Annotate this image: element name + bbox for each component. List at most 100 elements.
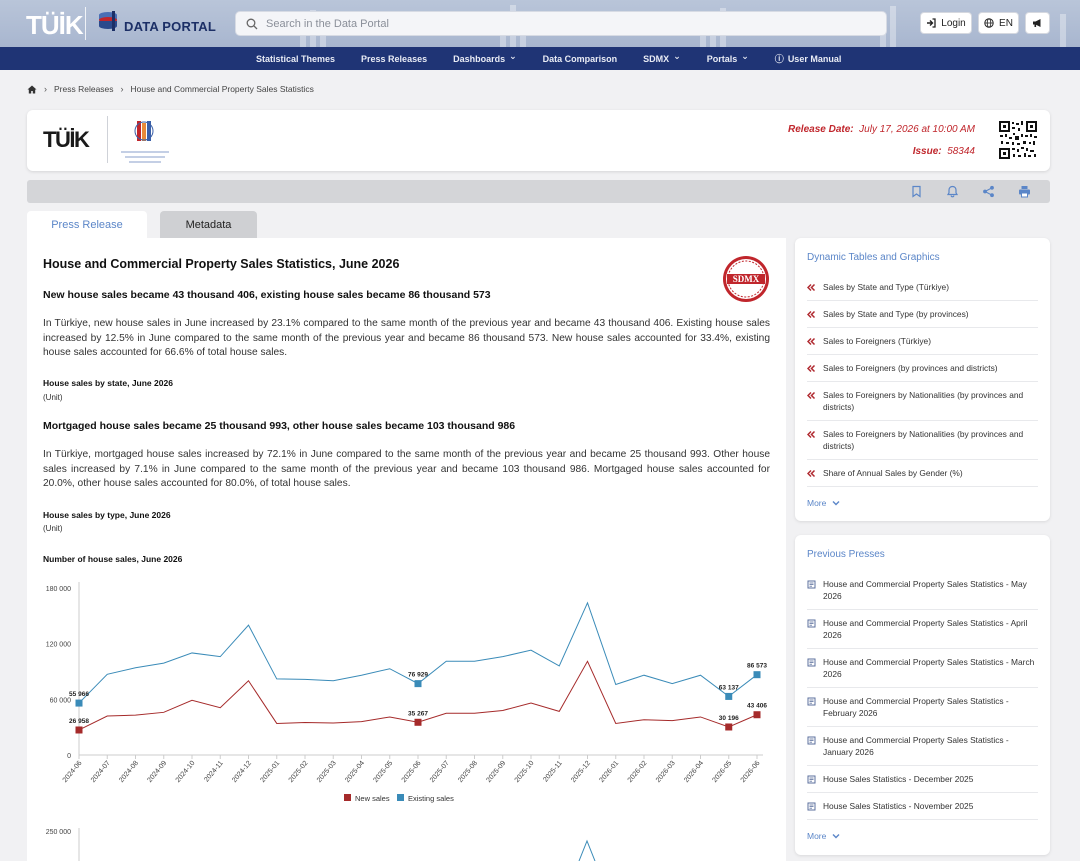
double-chevron-icon — [807, 283, 816, 292]
x-tick-label: 2025-07 — [429, 760, 451, 784]
previous-press-link[interactable]: House and Commercial Property Sales Stat… — [807, 610, 1038, 649]
nav-item-user-manual[interactable]: ⓘ User Manual — [775, 52, 842, 65]
print-icon[interactable] — [1018, 185, 1031, 198]
breadcrumb-press-releases[interactable]: Press Releases — [54, 84, 114, 94]
data-portal-title[interactable]: DATA PORTAL — [124, 19, 216, 34]
double-chevron-icon — [807, 469, 816, 478]
y-tick-label: 0 — [67, 753, 71, 760]
bell-icon[interactable] — [946, 185, 959, 198]
release-issue-value: 58344 — [947, 146, 975, 157]
previous-press-link[interactable]: House and Commercial Property Sales Stat… — [807, 571, 1038, 610]
login-button[interactable]: Login — [920, 12, 972, 34]
release-issue: Issue: 58344 — [913, 146, 975, 157]
card-divider — [107, 116, 108, 163]
y-tick-label: 120 000 — [46, 642, 71, 649]
x-tick-label: 2025-03 — [316, 760, 338, 784]
double-chevron-icon — [807, 430, 816, 439]
dynamic-tables-panel: Dynamic Tables and Graphics Sales by Sta… — [795, 238, 1050, 521]
second-chart-y-tick-label: 250 000 — [46, 829, 71, 836]
x-tick-label: 2024-09 — [146, 760, 168, 784]
bookmark-icon[interactable] — [910, 185, 923, 198]
data-label: 26 958 — [69, 718, 89, 725]
legend-swatch — [397, 794, 404, 801]
data-label: 55 966 — [69, 691, 89, 698]
nav-item-press-releases[interactable]: Press Releases — [361, 54, 427, 64]
data-point-marker — [414, 680, 422, 688]
data-label: 86 573 — [747, 663, 767, 670]
document-icon — [807, 775, 816, 784]
more-label: More — [807, 831, 827, 841]
qr-code[interactable] — [998, 120, 1038, 160]
login-icon — [927, 18, 936, 28]
x-tick-label: 2025-04 — [344, 760, 366, 784]
dynamic-table-link[interactable]: Sales to Foreigners by Nationalities (by… — [807, 421, 1038, 460]
tuik-logo[interactable]: TÜİK — [26, 10, 84, 41]
previous-presses-more-button[interactable]: More — [807, 831, 840, 841]
dynamic-tables-more-button[interactable]: More — [807, 498, 840, 508]
previous-press-link[interactable]: House Sales Statistics - December 2025 — [807, 766, 1038, 793]
breadcrumb-current: House and Commercial Property Sales Stat… — [130, 84, 314, 94]
previous-presses-list: House and Commercial Property Sales Stat… — [807, 571, 1038, 820]
chevron-down-icon: ⌄ — [741, 51, 749, 61]
data-label: 76 929 — [408, 672, 428, 679]
tab-press-release[interactable]: Press Release — [27, 211, 147, 238]
previous-press-link[interactable]: House and Commercial Property Sales Stat… — [807, 649, 1038, 688]
double-chevron-icon — [807, 337, 816, 346]
nav-item-label: Dashboards — [453, 53, 506, 64]
nav-item-portals[interactable]: Portals ⌄ — [707, 51, 749, 64]
chevron-down-icon: ⌄ — [509, 51, 517, 61]
list-item-label: House and Commercial Property Sales Stat… — [823, 618, 1028, 640]
language-button[interactable]: EN — [978, 12, 1019, 34]
chevron-down-icon — [832, 501, 840, 506]
dynamic-table-link[interactable]: Sales by State and Type (by provinces) — [807, 301, 1038, 328]
x-tick-label: 2025-01 — [259, 760, 281, 784]
release-toolbar — [27, 180, 1050, 203]
dynamic-table-link[interactable]: Sales to Foreigners (by provinces and di… — [807, 355, 1038, 382]
previous-presses-title: Previous Presses — [807, 549, 885, 560]
x-tick-label: 2025-02 — [288, 760, 310, 784]
list-item-label: House and Commercial Property Sales Stat… — [823, 735, 1009, 757]
document-icon — [807, 658, 816, 667]
nav-item-label: User Manual — [787, 53, 842, 64]
release-date: Release Date: July 17, 2026 at 10:00 AM — [788, 124, 975, 135]
x-tick-label: 2026-03 — [655, 760, 677, 784]
previous-press-link[interactable]: House and Commercial Property Sales Stat… — [807, 688, 1038, 727]
x-tick-label: 2024-12 — [231, 760, 253, 784]
list-item-label: House Sales Statistics - November 2025 — [823, 801, 974, 811]
list-item-label: Sales to Foreigners by Nationalities (by… — [823, 390, 1024, 412]
second-chart-line — [578, 839, 596, 861]
y-tick-label: 60 000 — [50, 697, 72, 704]
x-tick-label: 2026-01 — [598, 760, 620, 784]
nav-item-label: Data Comparison — [542, 53, 618, 64]
nav-item-dashboards[interactable]: Dashboards ⌄ — [453, 51, 517, 64]
home-icon[interactable] — [27, 85, 37, 94]
x-tick-label: 2024-06 — [62, 760, 84, 784]
chevron-right-icon: › — [120, 84, 124, 94]
document-icon — [807, 580, 816, 589]
announcements-button[interactable] — [1025, 12, 1050, 34]
dynamic-table-link[interactable]: Share of Annual Sales by Gender (%) — [807, 460, 1038, 487]
release-date-value: July 17, 2026 at 10:00 AM — [859, 124, 975, 135]
nav-item-statistical-themes[interactable]: Statistical Themes — [256, 54, 335, 64]
share-icon[interactable] — [982, 185, 995, 198]
previous-press-link[interactable]: House and Commercial Property Sales Stat… — [807, 727, 1038, 766]
language-label: EN — [999, 17, 1013, 29]
house-sales-line-chart: 0 60 000 120 000 180 000 2024-06 2024-07 2024-… — [46, 582, 767, 861]
nav-item-label: SDMX — [643, 53, 670, 64]
search-bar[interactable] — [235, 11, 887, 36]
previous-presses-panel: Previous Presses House and Commercial Pr… — [795, 535, 1050, 855]
top-header: TÜİK DATA PORTAL Login EN — [0, 0, 1080, 47]
search-input[interactable] — [266, 17, 866, 30]
tab-metadata[interactable]: Metadata — [160, 211, 257, 238]
dynamic-table-link[interactable]: Sales to Foreigners (Türkiye) — [807, 328, 1038, 355]
nav-item-data-comparison[interactable]: Data Comparison — [543, 54, 618, 64]
legend-swatch — [344, 794, 351, 801]
press-release-content: House and Commercial Property Sales Stat… — [27, 238, 786, 861]
nav-item-sdmx[interactable]: SDMX ⌄ — [643, 51, 681, 64]
dynamic-table-link[interactable]: Sales to Foreigners by Nationalities (by… — [807, 382, 1038, 421]
dynamic-table-link[interactable]: Sales by State and Type (Türkiye) — [807, 274, 1038, 301]
x-tick-label: 2025-10 — [514, 760, 536, 784]
x-tick-label: 2025-12 — [570, 760, 592, 784]
data-point-marker — [414, 718, 422, 726]
previous-press-link[interactable]: House Sales Statistics - November 2025 — [807, 793, 1038, 820]
